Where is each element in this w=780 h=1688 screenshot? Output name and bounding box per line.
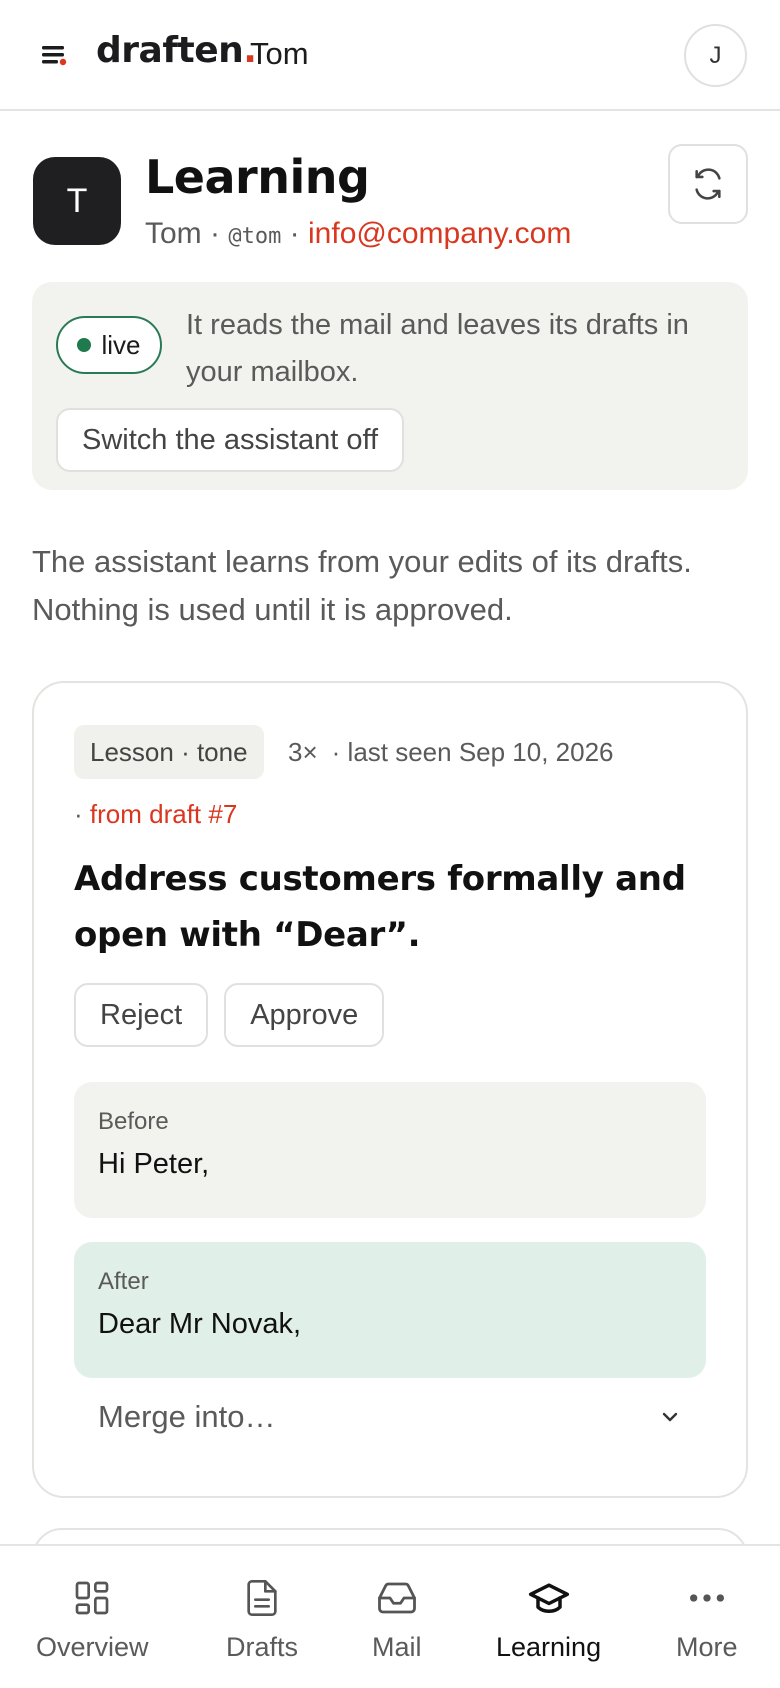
chevron-down-icon [662,1412,678,1422]
nav-item-more[interactable]: More [676,1546,738,1688]
nav-item-mail[interactable]: Mail [372,1546,422,1688]
nav-label-more: More [676,1632,738,1662]
lesson-meta: 3× · last seen Sep 10, 2026 [288,737,614,768]
separator: · [281,217,309,250]
lesson-type-tag: Lesson · tone [74,725,264,779]
mailbox-avatar: T [33,157,121,245]
inbox-icon [375,1576,419,1620]
nav-label-drafts: Drafts [226,1632,299,1662]
live-status-badge: live [56,316,162,374]
nav-label-mail: Mail [372,1632,422,1662]
before-label: Before [98,1108,169,1135]
lesson-source-prefix: · [74,799,90,829]
mailbox-avatar-initial: T [66,181,88,220]
after-example: After Dear Mr Novak, [74,1242,706,1378]
document-icon [240,1576,284,1620]
workspace-name[interactable]: Tom [250,36,309,72]
source-draft-link[interactable]: from draft #7 [90,799,237,829]
more-dots-icon [685,1576,729,1620]
live-label: live [101,329,141,360]
mailbox-subline: Tom · @tom · info@company.com [145,217,571,251]
user-initial: J [709,41,722,69]
grid-icon [70,1576,114,1620]
brand-name: draften [96,30,244,71]
separator: · [201,217,229,250]
assistant-status-card: live It reads the mail and leaves its dr… [32,282,748,490]
nav-label-learning: Learning [496,1632,602,1662]
live-dot-icon [77,338,92,352]
nav-label-overview: Overview [36,1632,149,1662]
nav-item-learning[interactable]: Learning [496,1546,601,1688]
refresh-button[interactable] [668,144,748,224]
menu-icon[interactable] [38,40,72,70]
lesson-card: Lesson · tone 3× · last seen Sep 10, 2026… [32,681,748,1498]
lesson-count: 3× [288,737,318,767]
nav-item-overview[interactable]: Overview [36,1546,149,1688]
page-title: Learning [145,150,370,204]
merge-into-select[interactable]: Merge into… [74,1379,706,1455]
graduation-cap-icon [527,1576,571,1620]
merge-into-label: Merge into… [98,1399,276,1434]
mailbox-name: Tom [145,217,202,250]
after-value: Dear Mr Novak, [98,1308,302,1340]
user-avatar-button[interactable]: J [684,24,747,87]
bottom-navigation: Overview Drafts Mail Learning More [0,1544,780,1688]
before-example: Before Hi Peter, [74,1082,706,1218]
after-label: After [98,1268,149,1295]
refresh-icon [695,168,721,200]
brand-logo[interactable]: draften. [96,30,257,71]
mailbox-handle: @tom [228,224,282,249]
approve-button[interactable]: Approve [224,983,385,1047]
reject-button[interactable]: Reject [74,983,209,1047]
lesson-actions: Reject Approve [74,983,385,1047]
status-description: It reads the mail and leaves its drafts … [186,309,689,388]
lesson-source: · from draft #7 [74,799,237,830]
mailbox-email[interactable]: info@company.com [308,217,571,250]
switch-assistant-off-button[interactable]: Switch the assistant off [56,408,405,472]
lesson-last-seen: · last seen Sep 10, 2026 [331,737,614,767]
lesson-text: Address customers formally and open with… [74,859,686,955]
top-bar: draften. Tom J [0,0,780,111]
learning-intro-text: The assistant learns from your edits of … [32,544,692,627]
before-value: Hi Peter, [98,1148,210,1180]
nav-item-drafts[interactable]: Drafts [226,1546,298,1688]
